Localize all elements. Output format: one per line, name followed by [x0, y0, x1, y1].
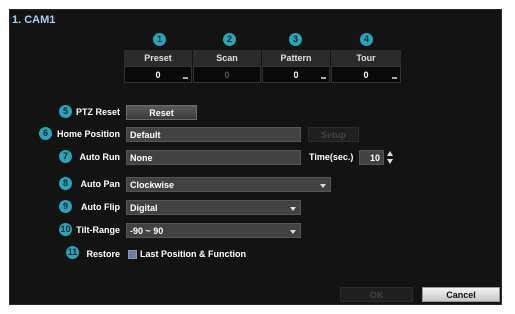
pattern-more-icon[interactable]: [321, 77, 326, 79]
tour-header: Tour: [331, 50, 401, 66]
auto-flip-label: Auto Flip: [81, 202, 120, 212]
preset-more-icon[interactable]: [183, 77, 188, 79]
home-position-field[interactable]: Default: [126, 127, 301, 142]
auto-run-label: Auto Run: [79, 152, 121, 162]
time-sec-label: Time(sec.): [309, 152, 354, 162]
auto-pan-label: Auto Pan: [80, 179, 121, 189]
chevron-down-icon: [290, 230, 296, 234]
cancel-button[interactable]: Cancel: [422, 287, 500, 302]
restore-label: Restore: [86, 249, 120, 259]
badge-6: 6: [39, 127, 52, 140]
auto-pan-select[interactable]: Clockwise: [126, 177, 331, 192]
tilt-range-label: Tilt-Range: [76, 225, 120, 235]
badge-2: 2: [223, 33, 236, 46]
time-stepper[interactable]: [387, 151, 393, 164]
badge-4: 4: [360, 33, 373, 46]
chevron-down-icon: [290, 207, 296, 211]
preset-field[interactable]: 0: [124, 66, 192, 83]
badge-9: 9: [59, 200, 72, 213]
preset-value: 0: [155, 70, 161, 80]
auto-flip-value: Digital: [130, 203, 158, 213]
restore-checkbox[interactable]: [128, 250, 137, 259]
tour-field[interactable]: 0: [331, 66, 401, 83]
home-position-label: Home Position: [56, 129, 120, 139]
restore-checkbox-label[interactable]: Last Position & Function: [140, 249, 260, 259]
badge-8: 8: [59, 177, 72, 190]
tour-more-icon[interactable]: [392, 77, 397, 79]
ok-button: OK: [340, 287, 413, 302]
auto-pan-value: Clockwise: [130, 180, 175, 190]
setup-button: Setup: [308, 127, 359, 142]
dialog-title: 1. CAM1: [12, 14, 56, 26]
tour-value: 0: [363, 70, 369, 80]
auto-run-field[interactable]: None: [126, 150, 301, 165]
pattern-header: Pattern: [262, 50, 330, 66]
chevron-down-icon: [320, 184, 326, 188]
preset-header: Preset: [124, 50, 192, 66]
pattern-field[interactable]: 0: [262, 66, 330, 83]
scan-value: 0: [224, 70, 230, 80]
badge-11: 11: [66, 246, 79, 259]
tilt-range-value: -90 ~ 90: [130, 226, 164, 236]
scan-header: Scan: [193, 50, 261, 66]
time-sec-input[interactable]: 10: [359, 150, 384, 165]
stepper-up-icon[interactable]: [387, 151, 393, 156]
scan-field: 0: [193, 66, 261, 83]
badge-5: 5: [59, 105, 72, 118]
tilt-range-select[interactable]: -90 ~ 90: [126, 223, 301, 238]
ptz-reset-label: PTZ Reset: [75, 107, 120, 117]
badge-3: 3: [289, 33, 302, 46]
badge-1: 1: [153, 33, 166, 46]
stepper-down-icon[interactable]: [387, 159, 393, 164]
reset-button[interactable]: Reset: [126, 105, 197, 120]
pattern-value: 0: [293, 70, 299, 80]
auto-flip-select[interactable]: Digital: [126, 200, 301, 215]
badge-7: 7: [59, 150, 72, 163]
badge-10: 10: [59, 223, 72, 236]
